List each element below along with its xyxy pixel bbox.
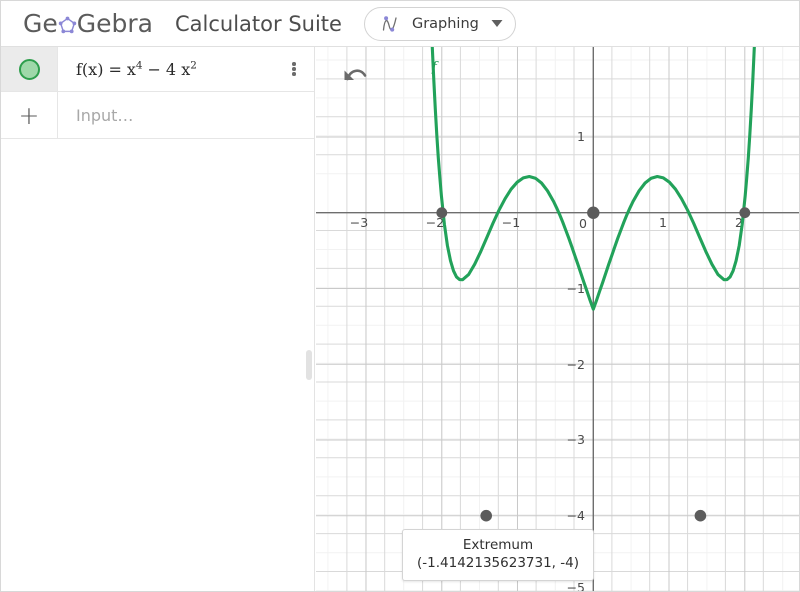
graphics-view[interactable]: −3 −2 −1 0 1 2 1 −1 −2 −3 −4 −5 f Extrem…: [316, 47, 800, 592]
formula-lhs: f(x): [76, 59, 104, 79]
graphing-curve-icon: [379, 13, 401, 35]
ytick--3: −3: [567, 432, 585, 447]
point-minimum-right[interactable]: [694, 509, 707, 522]
ytick--4: −4: [567, 508, 585, 523]
geogebra-pentagon-logo: [58, 16, 77, 35]
axes: [316, 47, 799, 591]
x-axis-tick-labels: −3 −2 −1 0 1 2: [350, 215, 743, 231]
formula-term2-exponent: 2: [190, 59, 197, 72]
point-root-right[interactable]: [739, 207, 751, 219]
xtick--3: −3: [350, 215, 368, 230]
geogebra-logo[interactable]: Ge Gebra: [23, 1, 153, 47]
kebab-dot: [292, 62, 296, 66]
tooltip-coordinates: (-1.4142135623731, -4): [417, 555, 579, 571]
tooltip-title: Extremum: [462, 537, 534, 553]
page-title: Calculator Suite: [175, 11, 342, 36]
algebra-view-panel: f(x) = x4−4 x2 + Input…: [1, 47, 315, 591]
xtick-1: 1: [659, 215, 667, 230]
formula-text: f(x) = x4−4 x2: [76, 60, 197, 79]
algebra-row-f[interactable]: f(x) = x4−4 x2: [1, 47, 314, 92]
kebab-dot: [292, 67, 296, 71]
geogebra-app-window: Ge Gebra Calculator Suite Graphing f(x) …: [0, 0, 800, 592]
major-gridlines: [316, 47, 799, 591]
point-minimum-left[interactable]: [480, 509, 492, 522]
formula-input-f[interactable]: f(x) = x4−4 x2: [58, 47, 274, 91]
new-input-field[interactable]: Input…: [58, 92, 314, 138]
formula-equals: =: [108, 59, 122, 79]
mode-switcher-label: Graphing: [411, 15, 479, 32]
minor-gridlines: [316, 47, 799, 591]
point-root-origin[interactable]: [587, 206, 600, 219]
unit-gridlines: [316, 47, 799, 591]
extremum-tooltip: Extremum (-1.4142135623731, -4): [402, 529, 594, 581]
panel-resize-handle[interactable]: [306, 350, 312, 380]
ytick-1: 1: [577, 129, 585, 144]
y-axis-tick-labels: 1 −1 −2 −3 −4 −5: [567, 129, 585, 592]
graph-canvas[interactable]: −3 −2 −1 0 1 2 1 −1 −2 −3 −4 −5 f: [316, 47, 800, 592]
formula-minus: −: [147, 59, 161, 79]
formula-term2-base: x: [181, 59, 191, 79]
ytick--5: −5: [567, 580, 585, 592]
curve-label-f: f: [431, 60, 439, 75]
formula-term1-base: x: [126, 59, 136, 79]
ytick--2: −2: [567, 357, 585, 372]
algebra-row-new-input[interactable]: + Input…: [1, 92, 314, 139]
logo-text-left: Ge: [23, 9, 58, 38]
formula-term1-exponent: 4: [135, 59, 143, 72]
visibility-toggle-marble[interactable]: [1, 47, 58, 91]
kebab-menu-icon[interactable]: [274, 47, 314, 91]
plus-icon: +: [18, 100, 40, 130]
ytick--1: −1: [567, 281, 585, 296]
kebab-dot: [292, 72, 296, 76]
logo-text-right: Gebra: [76, 9, 153, 38]
marble-circle: [18, 58, 40, 80]
add-row-button[interactable]: +: [1, 92, 58, 138]
mode-switcher-button[interactable]: Graphing: [363, 6, 516, 41]
chevron-down-icon: [491, 15, 503, 33]
xtick-0: 0: [579, 216, 587, 231]
formula-coefficient: 4: [165, 59, 177, 79]
undo-arrow-icon[interactable]: [338, 61, 372, 91]
point-root-left[interactable]: [436, 207, 448, 219]
app-header: Ge Gebra Calculator Suite Graphing: [1, 1, 799, 47]
xtick--1: −1: [502, 215, 520, 230]
input-placeholder-text: Input…: [76, 105, 134, 125]
